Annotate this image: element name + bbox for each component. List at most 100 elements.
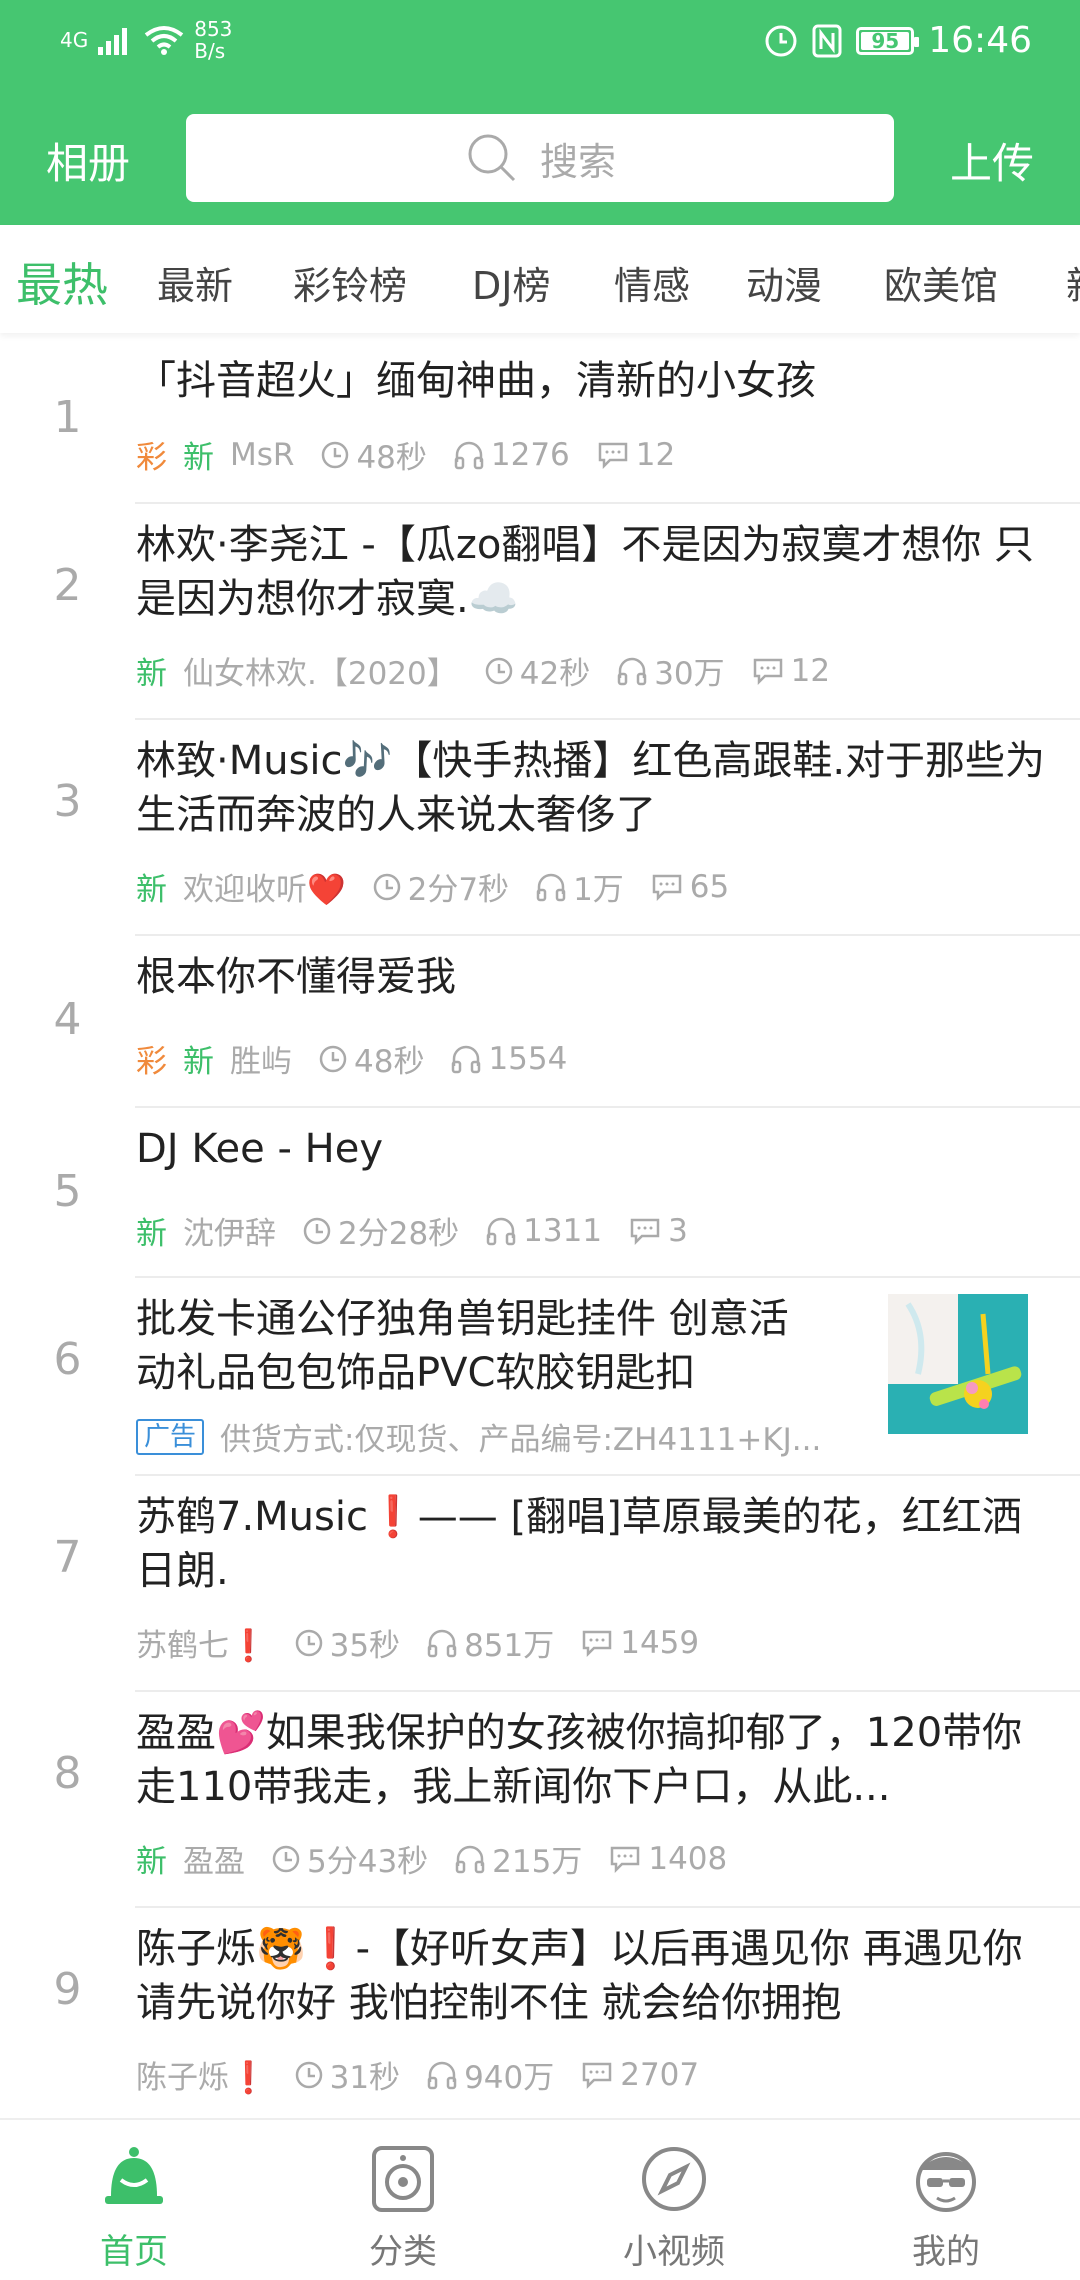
new-tag: 新 (183, 440, 214, 476)
song-meta: 新 沈伊辞 2分28秒 1311 3 (136, 1208, 714, 1253)
clock-icon (303, 1217, 331, 1244)
top-bar: 相册 搜索 上传 (0, 110, 1080, 202)
list-item[interactable]: 3 林致·Music🎶【快手热播】红色高跟鞋.对于那些为生活而奔波的人来说太奢侈… (0, 720, 1080, 936)
duration: 2分7秒 (407, 872, 510, 908)
new-tag: 新 (136, 656, 167, 692)
comment-icon (652, 874, 682, 901)
clock-icon (319, 1045, 347, 1072)
play-count: 215万 (492, 1844, 583, 1880)
author: 陈子烁❗ (136, 2060, 268, 2096)
ad-item[interactable]: 6 批发卡通公仔独角兽钥匙挂件 创意活动礼品包包饰品PVC软胶钥匙扣 广告 供货… (0, 1278, 1080, 1476)
play-count: 1276 (490, 436, 570, 473)
compass-icon (642, 2147, 706, 2211)
song-title: 苏鹤7.Music❗—— [翻唱]草原最美的花，红红洒日朗. (136, 1494, 1022, 1594)
rank-number: 9 (53, 1964, 82, 2015)
comment-count: 12 (790, 652, 831, 689)
duration: 5分43秒 (307, 1844, 429, 1880)
list-item[interactable]: 4 根本你不懂得爱我 彩 新 胜屿 48秒 1554 (0, 936, 1080, 1108)
search-input[interactable]: 搜索 (186, 114, 894, 202)
song-title: DJ Kee - Hey (136, 1126, 383, 1172)
nav-category-label: 分类 (369, 2232, 437, 2272)
comment-icon (582, 1630, 612, 1657)
song-title: 陈子烁🐯❗-【好听女声】以后再遇见你 再遇见你 请先说你好 我怕控制不住 就会给… (136, 1926, 1023, 2026)
song-meta: 新 仙女林欢.【2020】 42秒 30万 12 (136, 648, 856, 693)
duration: 31秒 (329, 2060, 401, 2096)
ad-description: 供货方式:仅现货、产品编号:ZH4111+KJ... (220, 1422, 822, 1458)
nav-home[interactable]: 首页 (34, 2144, 234, 2273)
clock-icon (295, 1629, 322, 1656)
rank-number: 3 (53, 776, 82, 827)
clock-icon (272, 1845, 300, 1872)
clock-icon (295, 2061, 322, 2088)
ringtone-tag: 彩 (136, 440, 167, 476)
ad-thumbnail[interactable] (888, 1294, 1028, 1434)
song-meta: 新 盈盈 5分43秒 215万 1408 (136, 1836, 753, 1881)
tab-emotion[interactable]: 情感 (614, 255, 690, 310)
list-item[interactable]: 9 陈子烁🐯❗-【好听女声】以后再遇见你 再遇见你 请先说你好 我怕控制不住 就… (0, 1908, 1080, 2128)
nav-short-video[interactable]: 小视频 (574, 2144, 774, 2273)
rank-number: 7 (53, 1532, 82, 1583)
tab-dj-chart[interactable]: DJ榜 (472, 255, 550, 310)
author: 仙女林欢.【2020】 (183, 656, 458, 692)
comment-count: 1408 (648, 1840, 728, 1877)
tab-ringtone-chart[interactable]: 彩铃榜 (293, 255, 407, 310)
list-item[interactable]: 8 盈盈💕如果我保护的女孩被你搞抑郁了，120带你走110带我走，我上新闻你下户… (0, 1692, 1080, 1908)
play-count: 30万 (654, 656, 725, 692)
song-meta: 彩 新 胜屿 48秒 1554 (136, 1036, 593, 1081)
clock-icon (373, 873, 400, 900)
ad-badge: 广告 (136, 1418, 205, 1455)
nav-category[interactable]: 分类 (303, 2144, 503, 2273)
list-item[interactable]: 1 「抖音超火」缅甸神曲，清新的小女孩 彩 新 MsR 48秒 1276 12 (0, 340, 1080, 504)
bell-icon (105, 2147, 163, 2204)
tab-hottest[interactable]: 最热 (16, 249, 108, 315)
play-count: 851万 (464, 1628, 555, 1664)
headphones-icon (427, 2061, 457, 2089)
author: 沈伊辞 (183, 1216, 276, 1252)
author: 苏鹤七❗ (136, 1628, 268, 1664)
tab-more[interactable]: 新 (1066, 255, 1080, 310)
bottom-nav: 首页 分类 小视频 我的 (0, 2118, 1080, 2280)
headphones-icon (427, 1629, 457, 1657)
tab-newest[interactable]: 最新 (157, 255, 233, 310)
avatar-icon (916, 2152, 976, 2212)
tab-anime[interactable]: 动漫 (746, 255, 822, 310)
search-placeholder: 搜索 (539, 139, 616, 184)
song-meta: 新 欢迎收听❤️ 2分7秒 1万 65 (136, 864, 755, 909)
clock: 16:46 (928, 20, 1032, 61)
rank-number: 2 (53, 560, 82, 611)
clock-icon (485, 657, 512, 684)
comment-count: 1459 (620, 1624, 700, 1661)
upload-button[interactable]: 上传 (950, 130, 1034, 191)
author: 胜屿 (230, 1044, 292, 1080)
speaker-icon (372, 2146, 434, 2212)
nav-home-label: 首页 (100, 2232, 168, 2272)
duration: 48秒 (354, 1044, 425, 1080)
comment-count: 65 (689, 868, 730, 905)
song-meta: 陈子烁❗ 31秒 940万 2707 (136, 2052, 725, 2097)
nav-mine[interactable]: 我的 (846, 2144, 1046, 2273)
play-count: 940万 (464, 2060, 555, 2096)
duration: 2分28秒 (338, 1216, 460, 1252)
data-saver-icon (765, 25, 797, 56)
comment-icon (753, 658, 782, 685)
nav-short-video-label: 小视频 (623, 2232, 725, 2272)
headphones-icon (486, 1217, 516, 1245)
keychain-product-image (888, 1294, 1028, 1434)
song-meta: 苏鹤七❗ 35秒 851万 1459 (136, 1620, 725, 1665)
new-tag: 新 (136, 872, 167, 908)
clock-icon (322, 441, 349, 468)
list-item[interactable]: 5 DJ Kee - Hey 新 沈伊辞 2分28秒 1311 3 (0, 1108, 1080, 1278)
tab-western[interactable]: 欧美馆 (884, 255, 998, 310)
rank-number: 5 (53, 1166, 82, 1217)
comment-count: 2707 (620, 2056, 700, 2093)
song-meta: 彩 新 MsR 48秒 1276 12 (136, 432, 701, 477)
new-tag: 新 (136, 1844, 167, 1880)
album-button[interactable]: 相册 (46, 130, 130, 191)
status-bar: 4G 853 B/s 95 16:46 (0, 0, 1080, 90)
song-title: 「抖音超火」缅甸神曲，清新的小女孩 (136, 358, 816, 404)
header: 4G 853 B/s 95 16:46 相册 搜索 上传 (0, 0, 1080, 225)
headphones-icon (454, 441, 484, 469)
author: MsR (230, 436, 295, 473)
list-item[interactable]: 7 苏鹤7.Music❗—— [翻唱]草原最美的花，红红洒日朗. 苏鹤七❗ 35… (0, 1476, 1080, 1692)
list-item[interactable]: 2 林欢·李尧江 -【瓜zo翻唱】不是因为寂寞才想你 只是因为想你才寂寞.☁️ … (0, 504, 1080, 720)
